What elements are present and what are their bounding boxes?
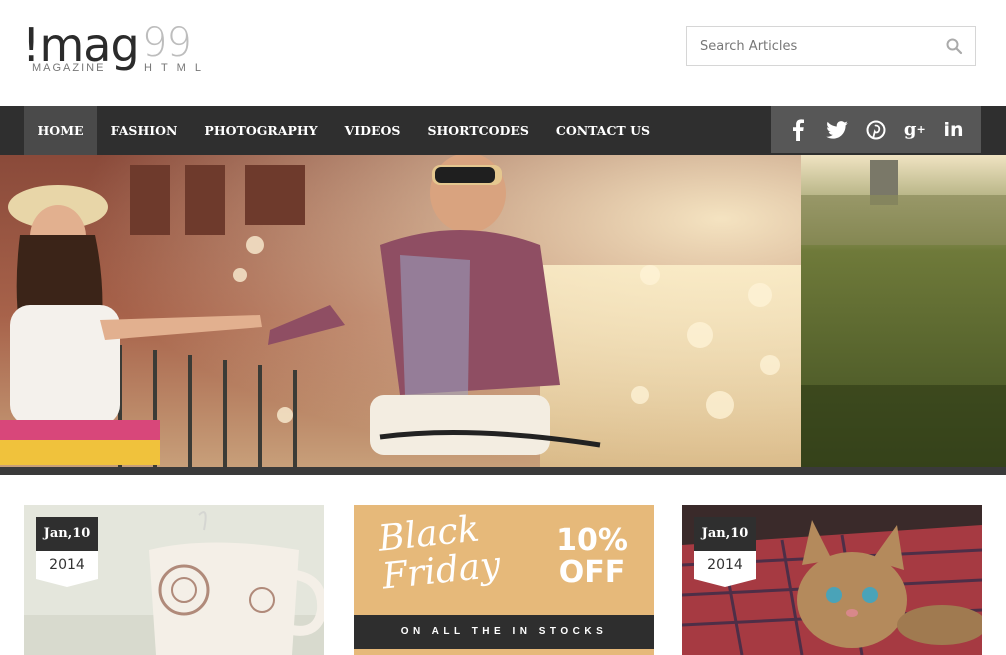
logo-sub-right: HTML [144, 62, 210, 74]
hero-image [0, 155, 1006, 475]
date-year: 2014 [694, 551, 756, 579]
date-day: Jan,10 [694, 517, 756, 551]
pinterest-icon[interactable] [863, 117, 889, 143]
twitter-icon[interactable] [824, 117, 850, 143]
date-year: 2014 [36, 551, 98, 579]
search-input[interactable] [687, 27, 937, 65]
nav-menu: HOME FASHION PHOTOGRAPHY VIDEOS SHORTCOD… [24, 106, 664, 155]
date-badge-tail [694, 579, 756, 587]
nav-item-videos[interactable]: VIDEOS [331, 106, 414, 155]
search-icon[interactable] [945, 37, 963, 55]
hero-slider[interactable] [0, 155, 1006, 475]
date-day: Jan,10 [36, 517, 98, 551]
date-badge-tail [36, 579, 98, 587]
promo-discount: 10% OFF [556, 523, 628, 590]
social-links: g + in [771, 106, 981, 153]
date-badge: Jan,10 2014 [694, 517, 756, 587]
promo-headline: Black Friday [376, 508, 503, 598]
logo-sub-left: MAGAZINE [32, 62, 106, 74]
google-plus-icon[interactable]: g + [902, 117, 928, 143]
promo-banner[interactable]: Black Friday 10% OFF ON ALL THE IN STOCK… [354, 505, 654, 655]
site-logo[interactable]: !mag 99 MAGAZINE HTML [22, 20, 212, 82]
nav-item-fashion[interactable]: FASHION [97, 106, 191, 155]
nav-item-shortcodes[interactable]: SHORTCODES [414, 106, 542, 155]
facebook-icon[interactable] [785, 117, 811, 143]
nav-item-photography[interactable]: PHOTOGRAPHY [191, 106, 331, 155]
nav-item-home[interactable]: HOME [24, 106, 98, 155]
linkedin-icon[interactable]: in [941, 117, 967, 143]
article-card[interactable]: Jan,10 2014 [682, 505, 982, 655]
promo-tagline: ON ALL THE IN STOCKS [354, 615, 654, 649]
logo-numerals: 99 [142, 20, 192, 66]
nav-item-contact-us[interactable]: CONTACT US [542, 106, 663, 155]
search-box [686, 26, 976, 66]
slider-progress-bar [0, 467, 1006, 475]
article-card[interactable]: Jan,10 2014 [24, 505, 324, 655]
date-badge: Jan,10 2014 [36, 517, 98, 587]
header: !mag 99 MAGAZINE HTML [0, 0, 1006, 106]
